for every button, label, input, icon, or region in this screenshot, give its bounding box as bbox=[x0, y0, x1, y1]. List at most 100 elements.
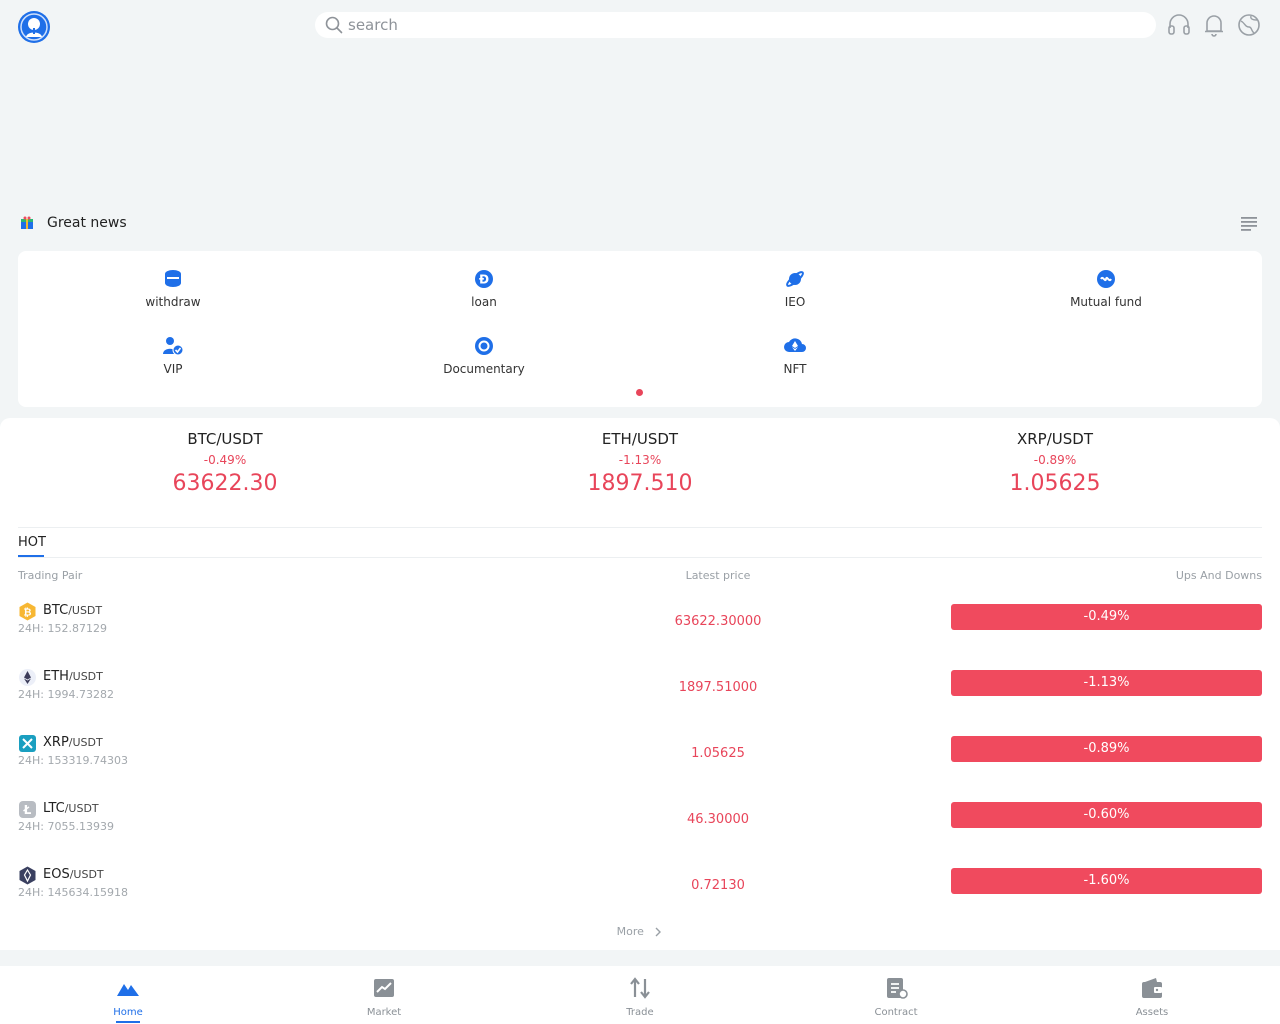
xrp-icon bbox=[19, 735, 36, 752]
change-badge[interactable]: -0.60% bbox=[951, 802, 1262, 828]
latest-price: 1897.51000 bbox=[678, 680, 758, 695]
ticker-btc[interactable]: BTC/USDT -0.49% 63622.30 bbox=[75, 430, 375, 496]
ethereum-icon bbox=[19, 669, 36, 686]
ticker-xrp[interactable]: XRP/USDT -0.89% 1.05625 bbox=[905, 430, 1205, 496]
vip-icon bbox=[163, 337, 184, 356]
loan-button[interactable]: Đ loan bbox=[404, 268, 564, 309]
nav-label: Home bbox=[113, 1007, 143, 1018]
column-header-change: Ups And Downs bbox=[1175, 569, 1262, 582]
mutual-fund-icon bbox=[1097, 270, 1115, 288]
ticker-change: -0.49% bbox=[203, 453, 247, 467]
ticker-eth[interactable]: ETH/USDT -1.13% 1897.510 bbox=[490, 430, 790, 496]
latest-price: 0.72130 bbox=[691, 878, 745, 893]
wallet-icon bbox=[1142, 978, 1162, 998]
ieo-label: IEO bbox=[784, 295, 806, 309]
ieo-button[interactable]: IEO bbox=[715, 268, 875, 309]
table-row[interactable]: EOS/USDT 24H: 145634.15918 0.72130 -1.60… bbox=[18, 864, 1262, 914]
table-row[interactable]: XRP/USDT 24H: 153319.74303 1.05625 -0.89… bbox=[18, 732, 1262, 782]
change-badge[interactable]: -1.60% bbox=[951, 868, 1262, 894]
chevron-right-icon bbox=[655, 927, 662, 937]
tab-hot[interactable]: HOT bbox=[18, 535, 46, 550]
nav-label: Assets bbox=[1135, 1007, 1169, 1018]
nav-active-indicator bbox=[116, 1021, 140, 1023]
nav-trade[interactable]: Trade bbox=[580, 976, 700, 1018]
carousel-dot[interactable] bbox=[636, 389, 643, 396]
nft-button[interactable]: NFT bbox=[715, 335, 875, 376]
pair-name: XRP/USDT bbox=[43, 735, 103, 750]
pair-base: XRP bbox=[43, 735, 69, 750]
list-icon[interactable] bbox=[1240, 215, 1258, 231]
more-label: More bbox=[616, 925, 644, 938]
svg-text:Đ: Đ bbox=[479, 273, 489, 287]
column-header-price: Latest price bbox=[685, 569, 751, 582]
user-icon bbox=[20, 13, 48, 41]
documentary-icon bbox=[475, 337, 493, 355]
change-badge[interactable]: -0.49% bbox=[951, 604, 1262, 630]
news-bar[interactable]: Great news bbox=[18, 212, 1262, 234]
ticker-pair: BTC/USDT bbox=[187, 430, 263, 448]
pair-volume: 24H: 145634.15918 bbox=[18, 886, 128, 899]
more-link[interactable]: More bbox=[600, 925, 680, 938]
table-row[interactable]: ETH/USDT 24H: 1994.73282 1897.51000 -1.1… bbox=[18, 666, 1262, 716]
trade-icon bbox=[630, 977, 650, 999]
pair-base: LTC bbox=[43, 801, 65, 816]
litecoin-icon: Ł bbox=[19, 801, 36, 818]
market-icon bbox=[374, 979, 394, 997]
globe-icon[interactable] bbox=[1236, 12, 1262, 38]
table-row[interactable]: Ł LTC/USDT 24H: 7055.13939 46.30000 -0.6… bbox=[18, 798, 1262, 848]
column-header-pair: Trading Pair bbox=[18, 569, 83, 582]
svg-text:Ł: Ł bbox=[23, 803, 32, 817]
search-bar[interactable] bbox=[315, 12, 1156, 38]
change-badge[interactable]: -1.13% bbox=[951, 670, 1262, 696]
quick-actions-panel: withdraw Đ loan IEO Mutual fund VIP Docu… bbox=[18, 251, 1262, 407]
search-input[interactable] bbox=[348, 12, 1138, 38]
ticker-price: 1897.510 bbox=[587, 471, 693, 496]
pair-volume: 24H: 153319.74303 bbox=[18, 754, 128, 767]
market-section: BTC/USDT -0.49% 63622.30 ETH/USDT -1.13%… bbox=[0, 418, 1280, 950]
vip-button[interactable]: VIP bbox=[93, 335, 253, 376]
news-text: Great news bbox=[47, 215, 127, 231]
headset-icon[interactable] bbox=[1166, 12, 1192, 38]
avatar[interactable] bbox=[18, 11, 50, 43]
eos-icon bbox=[19, 866, 36, 885]
pair-name: EOS/USDT bbox=[43, 867, 104, 882]
latest-price: 63622.30000 bbox=[674, 614, 762, 629]
pair-volume: 24H: 152.87129 bbox=[18, 622, 107, 635]
ticker-price: 63622.30 bbox=[172, 471, 278, 496]
loan-icon: Đ bbox=[475, 270, 493, 288]
ticker-pair: XRP/USDT bbox=[1016, 430, 1093, 448]
pair-volume: 24H: 7055.13939 bbox=[18, 820, 114, 833]
search-icon bbox=[325, 16, 343, 34]
divider bbox=[18, 527, 1262, 528]
gift-icon bbox=[21, 216, 33, 229]
nav-label: Market bbox=[366, 1007, 402, 1018]
home-icon bbox=[117, 984, 139, 996]
documentary-button[interactable]: Documentary bbox=[404, 335, 564, 376]
nav-market[interactable]: Market bbox=[324, 976, 444, 1018]
nav-assets[interactable]: Assets bbox=[1092, 976, 1212, 1018]
documentary-label: Documentary bbox=[443, 362, 525, 376]
ticker-change: -0.89% bbox=[1033, 453, 1077, 467]
table-row[interactable]: ₿ BTC/USDT 24H: 152.87129 63622.30000 -0… bbox=[18, 600, 1262, 650]
nav-home[interactable]: Home bbox=[68, 976, 188, 1023]
pair-quote: /USDT bbox=[68, 604, 103, 617]
mutual-fund-button[interactable]: Mutual fund bbox=[1026, 268, 1186, 309]
change-badge[interactable]: -0.89% bbox=[951, 736, 1262, 762]
svg-text:₿: ₿ bbox=[23, 607, 31, 619]
withdraw-button[interactable]: withdraw bbox=[93, 268, 253, 309]
latest-price: 46.30000 bbox=[686, 812, 750, 827]
nav-label: Trade bbox=[626, 1007, 654, 1018]
vip-label: VIP bbox=[163, 362, 183, 376]
nft-label: NFT bbox=[783, 362, 807, 376]
ticker-price: 1.05625 bbox=[1009, 471, 1101, 496]
ticker-pair: ETH/USDT bbox=[601, 430, 679, 448]
nav-contract[interactable]: Contract bbox=[836, 976, 956, 1018]
pair-quote: /USDT bbox=[68, 670, 103, 683]
contract-icon bbox=[887, 978, 908, 999]
pair-name: ETH/USDT bbox=[43, 669, 103, 684]
ieo-icon bbox=[786, 271, 804, 287]
pair-quote: /USDT bbox=[68, 736, 103, 749]
pair-base: EOS bbox=[43, 867, 70, 882]
bitcoin-icon: ₿ bbox=[19, 602, 36, 621]
bell-icon[interactable] bbox=[1201, 12, 1227, 38]
